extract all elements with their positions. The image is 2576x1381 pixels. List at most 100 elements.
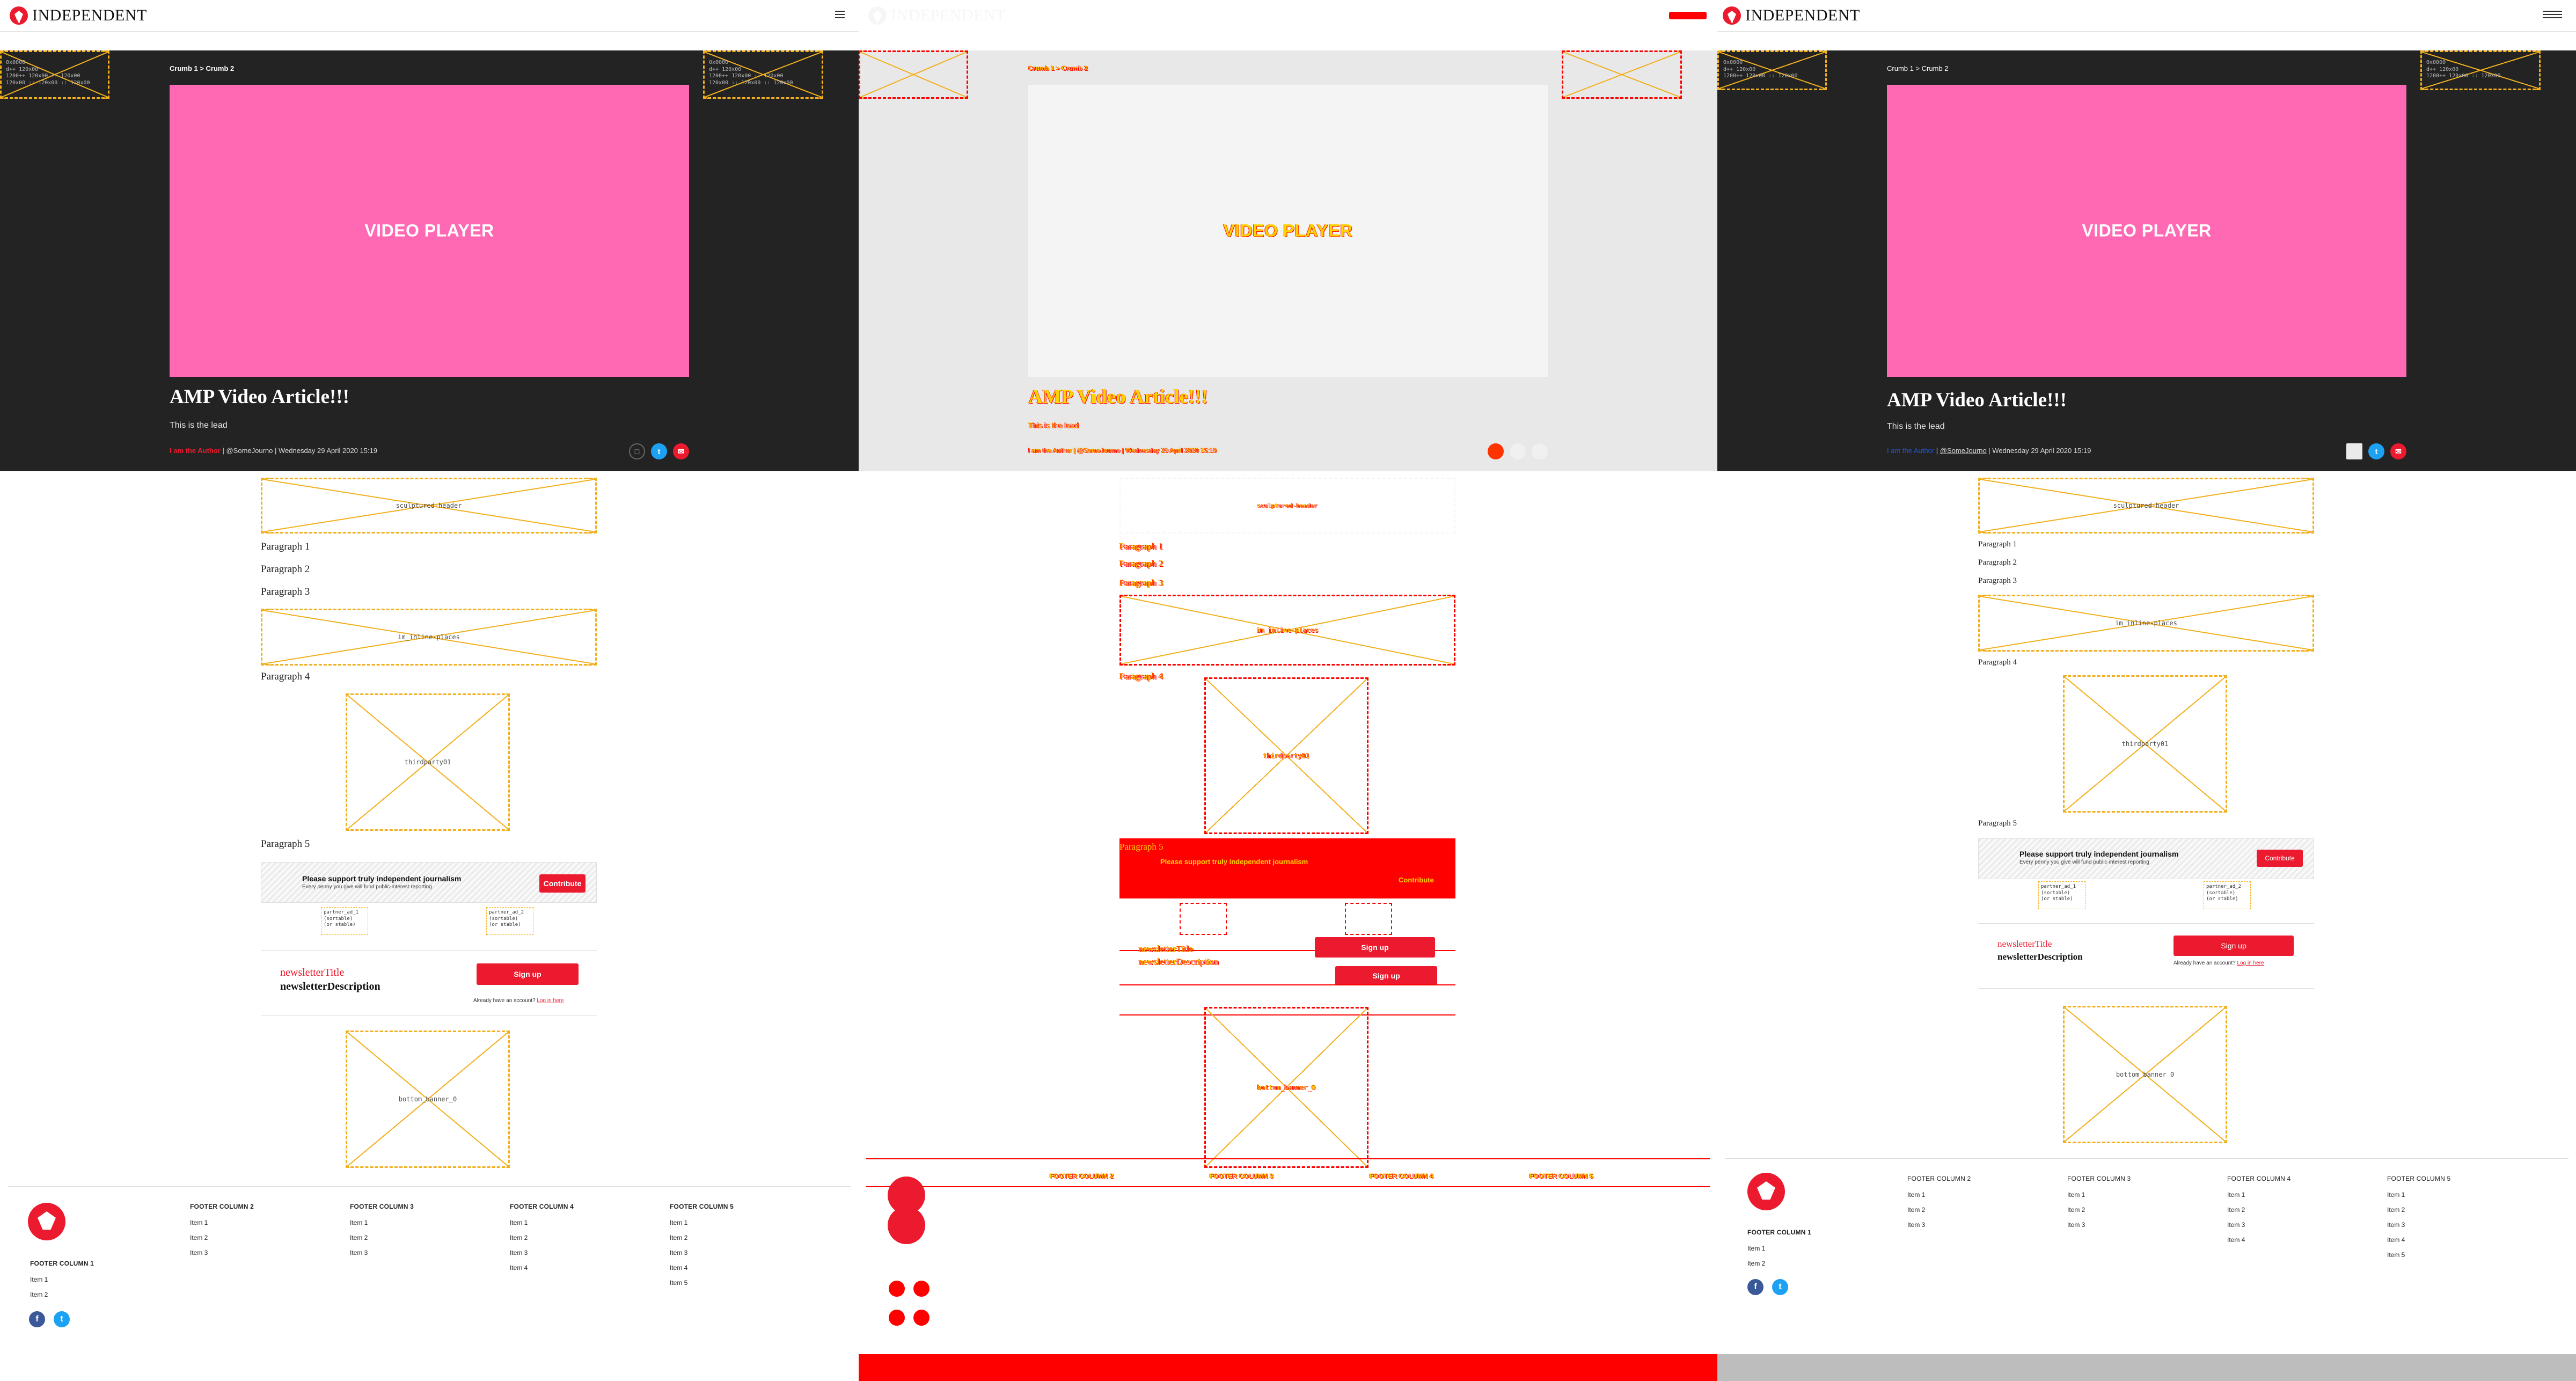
brand-name: INDEPENDENT [1745, 6, 1860, 24]
author-link[interactable]: I am the Author [170, 447, 221, 455]
partner-ad: partner_ad_2 (sortable) (or stable) [486, 907, 533, 935]
breadcrumb[interactable]: Crumb 1 > Crumb 2 [1887, 64, 1949, 72]
paragraph: Paragraph 1 [1978, 540, 2017, 549]
ad-slot-bottom-banner: bottom_banner_0 [1204, 1007, 1368, 1168]
support-subtitle: Every penny you give will fund public-in… [2019, 859, 2149, 865]
footer-column: FOOTER COLUMN 5 Item 1 Item 2 Item 3 Ite… [670, 1203, 734, 1287]
footer-column: FOOTER COLUMN 3 Item 1 Item 2 Item 3 [2067, 1175, 2131, 1229]
footer-column: FOOTER COLUMN 2 [1050, 1172, 1114, 1180]
footer-column: FOOTER COLUMN 4 [1370, 1172, 1433, 1180]
hamburger-icon[interactable] [835, 11, 845, 18]
twitter-icon [913, 1281, 930, 1297]
footer-column: FOOTER COLUMN 1 Item 1 Item 2 [1747, 1229, 1811, 1267]
eagle-logo-icon [868, 6, 887, 25]
menu-diff-marker [1669, 12, 1707, 19]
social-links [889, 1281, 930, 1297]
social-links: f t [29, 1311, 70, 1327]
site-header: INDEPENDENT [1717, 0, 2576, 32]
paragraph: Paragraph 4 [261, 671, 310, 682]
eagle-logo-icon[interactable] [1747, 1173, 1785, 1210]
ad-slot-inline: im_inline-places [261, 609, 597, 666]
paragraph: Paragraph 1 [1119, 541, 1163, 551]
video-player-label: VIDEO PLAYER [364, 221, 494, 240]
signup-button[interactable]: Sign up [2174, 936, 2294, 956]
newsletter-signup: newsletterTitle newsletterDescription Si… [261, 950, 597, 1015]
video-player[interactable]: VIDEO PLAYER [170, 85, 689, 377]
byline: I am the Author | @SomeJourno | Wednesda… [1887, 447, 2091, 455]
panel-diff-overlay: INDEPENDENT Crumb 1 > Crumb 2 VIDEO PLAY… [859, 0, 1717, 1381]
ad-slot-top-right: 0x0000 d++ 120x00 1200++ 120x00 :: 120x00 1… [703, 50, 823, 99]
facebook-icon[interactable]: f [29, 1311, 45, 1327]
ad-slot-top-left: 0x0000 d++ 120x00 1200++ 120x00 :: 120x00 [1717, 50, 1827, 90]
signup-button[interactable]: Sign up [477, 963, 579, 985]
paragraph: Paragraph 4 [1119, 671, 1163, 681]
newsletter-description: newsletterDescription [280, 981, 380, 992]
ad-slot-thirdparty: thirdparty01 [346, 693, 510, 831]
footer-column: FOOTER COLUMN 4 Item 1 Item 2 Item 3 Ite… [2227, 1175, 2291, 1244]
partner-ad: partner_ad_1 (sortable) (or stable) [321, 907, 368, 935]
article-lead: This is the lead [1887, 422, 1945, 431]
footer-column: FOOTER COLUMN 5 [1529, 1172, 1593, 1180]
twitter-icon[interactable]: t [651, 443, 667, 459]
twitter-icon[interactable]: t [54, 1311, 70, 1327]
ad-slot-inline: im_inline-places [1978, 595, 2314, 652]
footer-column: FOOTER COLUMN 1 Item 1 Item 2 [30, 1260, 94, 1298]
footer-column: FOOTER COLUMN 2 Item 1 Item 2 Item 3 [190, 1203, 254, 1256]
paragraph: Paragraph 3 [1978, 576, 2017, 585]
article-title: AMP Video Article!!! [170, 386, 349, 408]
footer-column: FOOTER COLUMN 2 Item 1 Item 2 Item 3 [1907, 1175, 1971, 1229]
login-link[interactable]: Log in here [537, 998, 564, 1004]
breadcrumb[interactable]: Crumb 1 > Crumb 2 [170, 64, 234, 72]
share-buttons: □ t ✉ [629, 443, 689, 459]
newsletter-title: newsletterTitle [280, 967, 345, 978]
ad-slot-top-right [1562, 50, 1682, 99]
site-logo: INDEPENDENT [868, 6, 1006, 25]
paragraph: Paragraph 2 [1119, 558, 1163, 568]
eagle-logo-icon [10, 6, 28, 25]
facebook-icon[interactable]: f [1747, 1279, 1763, 1295]
newsletter-title: newsletterTitle [1997, 939, 2052, 949]
paragraph: Paragraph 4 [1978, 658, 2017, 667]
footer-column: FOOTER COLUMN 4 Item 1 Item 2 Item 3 Ite… [510, 1203, 574, 1272]
hamburger-icon[interactable] [2543, 11, 2562, 18]
site-logo[interactable]: INDEPENDENT [10, 6, 147, 25]
paragraph: Paragraph 2 [261, 564, 310, 575]
bookmark-icon[interactable]: □ [629, 443, 645, 459]
support-banner-diff: Paragraph 5 Please support truly indepen… [1119, 838, 1455, 898]
eagle-logo-icon [1723, 6, 1741, 25]
support-banner: Please support truly independent journal… [1978, 838, 2314, 879]
ad-slot-bottom-banner: bottom_banner_0 [2063, 1006, 2227, 1143]
video-player[interactable]: VIDEO PLAYER [1887, 85, 2406, 377]
bookmark-icon [1488, 443, 1504, 459]
publish-date: Wednesday 29 April 2020 15:19 [278, 447, 378, 455]
email-icon[interactable]: ✉ [673, 443, 689, 459]
author-link[interactable]: I am the Author [1887, 447, 1934, 455]
breadcrumb: Crumb 1 > Crumb 2 [1028, 64, 1088, 72]
ad-slot-top-right: 0x0000 d++ 120x00 1200++ 120x00 :: 120x00 [2420, 50, 2541, 90]
contribute-button[interactable]: Contribute [539, 874, 586, 893]
partner-ad: partner_ad_1 (sortable) (or stable) [2038, 881, 2085, 909]
social-links [889, 1310, 930, 1326]
video-hero: 0x0000 d++ 120x00 1200++ 120x00 :: 120x00 … [1717, 50, 2576, 471]
paragraph: Paragraph 5 [261, 838, 310, 850]
article-lead: This is the lead [1028, 421, 1079, 429]
paragraph: Paragraph 5 [1978, 819, 2017, 828]
video-player-label: VIDEO PLAYER [2082, 221, 2212, 240]
site-header: INDEPENDENT [0, 0, 859, 32]
signup-button: Sign up [1335, 966, 1437, 985]
twitter-icon[interactable]: t [1772, 1279, 1788, 1295]
publish-date: Wednesday 29 April 2020 15:19 [1992, 447, 2091, 455]
eagle-logo-icon[interactable] [28, 1203, 65, 1240]
email-icon[interactable]: ✉ [2390, 443, 2406, 459]
status-bar [1717, 1354, 2576, 1381]
bookmark-icon[interactable] [2346, 443, 2362, 459]
contribute-button[interactable]: Contribute [2257, 850, 2303, 867]
twitter-icon[interactable]: t [2368, 443, 2384, 459]
site-logo[interactable]: INDEPENDENT [1723, 6, 1860, 25]
ad-slot-top-left: 0x0000 d++ 120x00 1200++ 120x00 :: 120x00 1… [0, 50, 109, 99]
login-link[interactable]: Log in here [2237, 960, 2264, 966]
author-handle[interactable]: @SomeJourno [226, 447, 273, 455]
author-handle[interactable]: @SomeJourno [1940, 447, 1987, 455]
paragraph: Paragraph 1 [261, 541, 310, 552]
paragraph: Paragraph 2 [1978, 558, 2017, 567]
